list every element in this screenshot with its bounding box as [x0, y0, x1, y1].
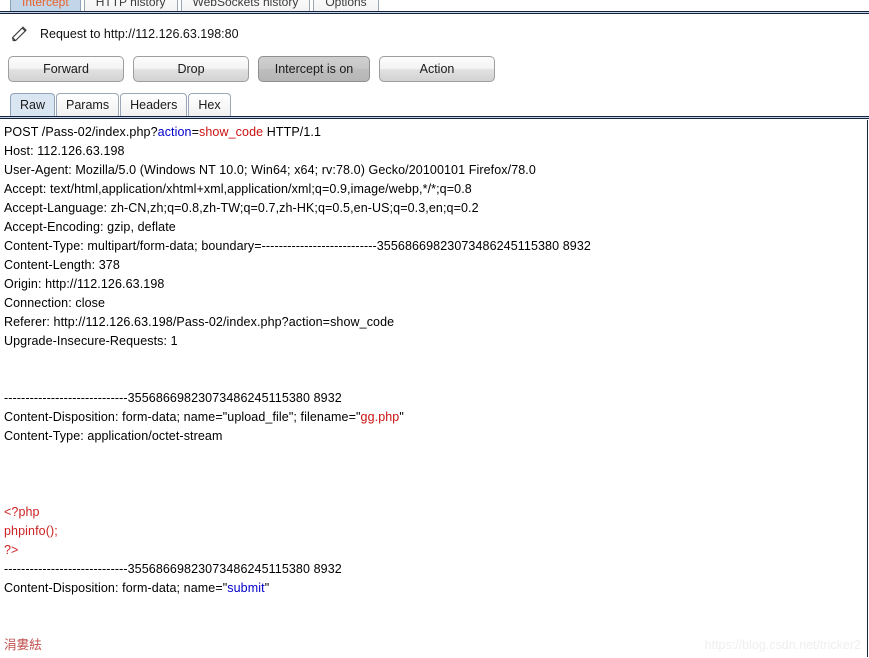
tab-params-label: Params — [66, 98, 110, 112]
watermark: https://blog.csdn.net/tricker2 — [704, 638, 861, 652]
part1-filename: gg.php — [360, 410, 400, 424]
header-user-agent: User-Agent: Mozilla/5.0 (Windows NT 10.0… — [4, 163, 536, 177]
message-view-tabs: Raw Params Headers Hex — [0, 91, 869, 117]
header-origin: Origin: http://112.126.63.198 — [4, 277, 165, 291]
tab-intercept-label: Intercept — [22, 0, 69, 9]
header-upgrade-insecure-requests: Upgrade-Insecure-Requests: 1 — [4, 334, 178, 348]
action-button-label: Action — [419, 62, 455, 76]
drop-button-label: Drop — [177, 62, 205, 76]
tab-options-label: Options — [325, 0, 367, 9]
body-boundary-2: -----------------------------35568669823… — [4, 562, 342, 576]
tab-params[interactable]: Params — [56, 93, 120, 117]
request-http-version: HTTP/1.1 — [263, 125, 322, 139]
forward-button[interactable]: Forward — [8, 56, 124, 82]
request-param-value: show_code — [199, 125, 264, 139]
tab-raw-label: Raw — [20, 98, 46, 112]
part1-disposition-suffix: " — [399, 410, 404, 424]
php-open-tag: <?php — [4, 505, 40, 519]
part2-disposition-prefix: Content-Disposition: form-data; name=" — [4, 581, 228, 595]
pencil-icon — [10, 24, 30, 44]
part2-field-name: submit — [227, 581, 265, 595]
php-body: phpinfo(); — [4, 524, 58, 538]
header-connection: Connection: close — [4, 296, 106, 310]
tab-hex[interactable]: Hex — [188, 93, 231, 117]
request-target-label: Request to http://112.126.63.198:80 — [40, 27, 239, 41]
raw-request-editor[interactable]: POST /Pass-02/index.php?action=show_code… — [0, 120, 868, 657]
request-param-equals: = — [191, 125, 200, 139]
tab-raw[interactable]: Raw — [10, 93, 56, 117]
request-header-bar: Request to http://112.126.63.198:80 — [0, 16, 869, 52]
body-part1-content-disposition: Content-Disposition: form-data; name="up… — [4, 408, 867, 427]
intercept-toggle-button-label: Intercept is on — [274, 62, 354, 76]
request-param-name: action — [157, 125, 192, 139]
intercept-button-row: Forward Drop Intercept is on Action — [0, 54, 869, 84]
action-button[interactable]: Action — [379, 56, 495, 82]
tab-strip-divider — [0, 11, 869, 14]
header-content-type: Content-Type: multipart/form-data; bound… — [4, 239, 591, 253]
part2-disposition-suffix: " — [264, 581, 270, 595]
header-accept: Accept: text/html,application/xhtml+xml,… — [4, 182, 472, 196]
message-view-tabs-divider — [0, 116, 869, 119]
tab-hex-label: Hex — [198, 98, 221, 112]
body-boundary-1: -----------------------------35568669823… — [4, 391, 342, 405]
header-referer: Referer: http://112.126.63.198/Pass-02/i… — [4, 315, 395, 329]
body-part2-content-disposition: Content-Disposition: form-data; name="su… — [4, 579, 867, 598]
body-boundary-end: -----------------------------35568669823… — [4, 655, 867, 657]
intercept-toggle-button[interactable]: Intercept is on — [258, 56, 370, 82]
header-accept-language: Accept-Language: zh-CN,zh;q=0.8,zh-TW;q=… — [4, 201, 479, 215]
header-accept-encoding: Accept-Encoding: gzip, deflate — [4, 220, 176, 234]
header-host: Host: 112.126.63.198 — [4, 144, 125, 158]
forward-button-label: Forward — [43, 62, 89, 76]
tab-http-history-label: HTTP history — [95, 0, 166, 9]
php-close-tag: ?> — [4, 543, 19, 557]
tab-headers-label: Headers — [130, 98, 178, 112]
request-method-path: POST /Pass-02/index.php? — [4, 125, 158, 139]
header-content-length: Content-Length: 378 — [4, 258, 120, 272]
tab-headers[interactable]: Headers — [120, 93, 188, 117]
request-line: POST /Pass-02/index.php?action=show_code… — [4, 123, 867, 142]
part1-disposition-prefix: Content-Disposition: form-data; name="up… — [4, 410, 361, 424]
tab-websockets-history-label: WebSockets history — [192, 0, 299, 9]
drop-button[interactable]: Drop — [133, 56, 249, 82]
body-part1-content-type: Content-Type: application/octet-stream — [4, 429, 223, 443]
